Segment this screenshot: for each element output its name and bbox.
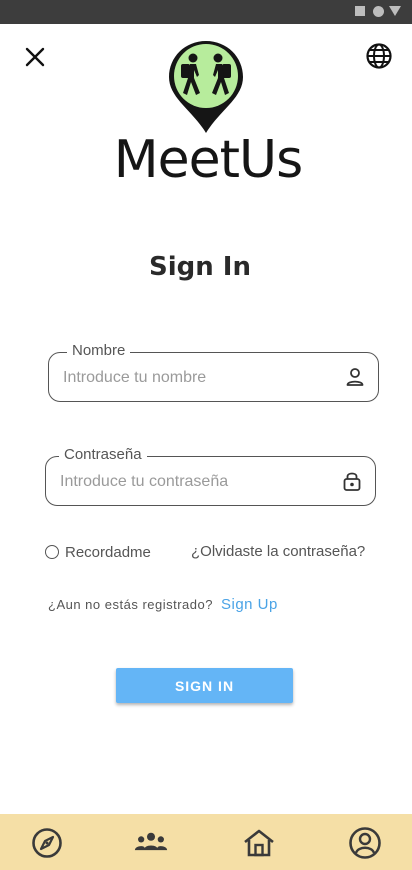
page-title: Sign In [149, 252, 251, 282]
home-icon [244, 829, 274, 857]
sign-up-link[interactable]: Sign Up [221, 596, 278, 613]
person-icon [346, 368, 364, 386]
nav-profile[interactable] [348, 826, 382, 860]
app-logo: MeetUs [102, 38, 314, 190]
account-circle-icon [349, 827, 381, 859]
app-name: MeetUs [113, 130, 303, 190]
forgot-password-link[interactable]: ¿Olvidaste la contraseña? [191, 542, 365, 562]
remember-me-label: Recordadme [65, 543, 151, 561]
home-indicator-icon [373, 6, 384, 17]
globe-icon [366, 43, 392, 69]
name-field[interactable]: Nombre [48, 341, 379, 402]
group-icon [134, 832, 168, 851]
logo-pin-icon [169, 41, 243, 133]
back-indicator-icon [389, 6, 401, 16]
password-field[interactable]: Contraseña [45, 445, 376, 506]
password-input[interactable] [60, 469, 330, 495]
nav-explore[interactable] [30, 826, 64, 860]
name-field-label: Nombre [67, 341, 131, 361]
status-bar [0, 0, 412, 24]
register-row: ¿Aun no estás registrado? Sign Up [48, 596, 278, 613]
nav-groups[interactable] [134, 826, 168, 860]
language-button[interactable] [364, 41, 394, 71]
sign-in-button[interactable]: SIGN IN [116, 668, 293, 703]
remember-me-radio[interactable] [45, 545, 59, 559]
close-button[interactable] [20, 42, 50, 72]
name-input[interactable] [63, 365, 333, 391]
remember-me-option[interactable]: Recordadme [45, 542, 151, 562]
bottom-nav [0, 814, 412, 870]
register-question: ¿Aun no estás registrado? [48, 597, 213, 612]
lock-icon [343, 472, 361, 491]
compass-icon [32, 828, 62, 858]
nav-home[interactable] [242, 826, 276, 860]
recent-apps-icon [355, 6, 365, 16]
password-field-label: Contraseña [59, 445, 147, 465]
close-icon [25, 47, 45, 67]
